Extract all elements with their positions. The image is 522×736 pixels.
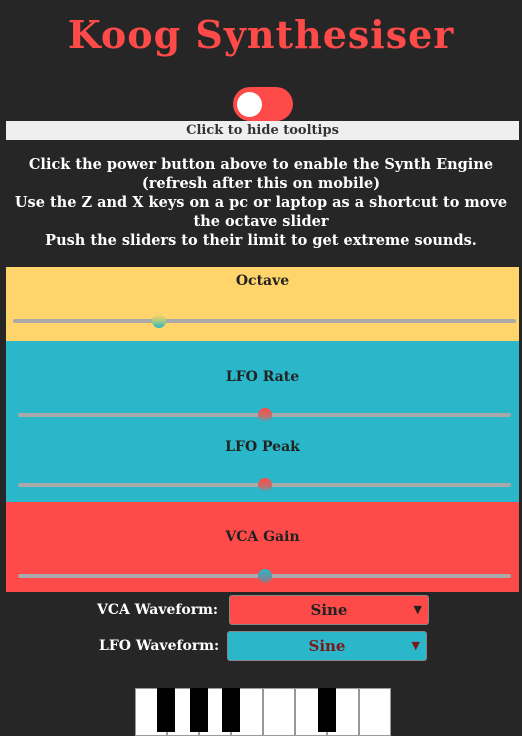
vca-waveform-select[interactable]: Sine ▼ xyxy=(229,595,429,625)
power-toggle-knob[interactable] xyxy=(237,92,262,117)
piano-keyboard xyxy=(135,688,391,736)
octave-slider-track[interactable] xyxy=(13,314,516,328)
vca-panel: VCA Gain xyxy=(6,502,519,592)
power-toggle[interactable] xyxy=(233,87,293,121)
octave-panel: Octave xyxy=(6,267,519,341)
piano-black-key[interactable] xyxy=(318,688,336,732)
vca-waveform-value: Sine xyxy=(310,601,348,619)
piano-white-key[interactable] xyxy=(263,688,295,736)
vca-gain-label: VCA Gain xyxy=(225,529,300,545)
instruction-line: Push the sliders to their limit to get e… xyxy=(45,232,477,249)
instructions: Click the power button above to enable t… xyxy=(10,155,512,250)
piano-black-key[interactable] xyxy=(157,688,175,732)
lfo-peak-label: LFO Peak xyxy=(225,439,300,455)
instruction-line: the octave slider xyxy=(193,213,329,230)
lfo-peak-slider-track[interactable] xyxy=(18,478,511,492)
lfo-rate-slider-thumb[interactable] xyxy=(257,408,272,422)
piano-white-key[interactable] xyxy=(359,688,391,736)
instruction-line: (refresh after this on mobile) xyxy=(141,175,381,192)
chevron-down-icon: ▼ xyxy=(411,639,420,652)
instruction-line: Use the Z and X keys on a pc or laptop a… xyxy=(14,194,508,211)
lfo-waveform-select[interactable]: Sine ▼ xyxy=(227,631,427,661)
vca-gain-slider-thumb[interactable] xyxy=(257,569,272,583)
vca-waveform-label: VCA Waveform: xyxy=(97,602,219,618)
lfo-waveform-label: LFO Waveform: xyxy=(99,638,220,654)
tooltip-toggle-button[interactable]: Click to hide tooltips xyxy=(6,121,519,140)
lfo-rate-slider-track[interactable] xyxy=(18,408,511,422)
octave-label: Octave xyxy=(235,273,290,289)
lfo-waveform-value: Sine xyxy=(308,637,346,655)
instruction-line: Click the power button above to enable t… xyxy=(28,156,494,173)
vca-gain-slider-track[interactable] xyxy=(18,569,511,583)
piano-black-key[interactable] xyxy=(190,688,208,732)
lfo-panel: LFO Rate LFO Peak xyxy=(6,341,519,502)
app-title: Koog Synthesiser xyxy=(67,12,455,57)
lfo-peak-slider-thumb[interactable] xyxy=(257,478,272,492)
octave-slider-thumb[interactable] xyxy=(151,314,166,328)
lfo-rate-label: LFO Rate xyxy=(225,369,300,385)
chevron-down-icon: ▼ xyxy=(413,603,422,616)
piano-black-key[interactable] xyxy=(222,688,240,732)
